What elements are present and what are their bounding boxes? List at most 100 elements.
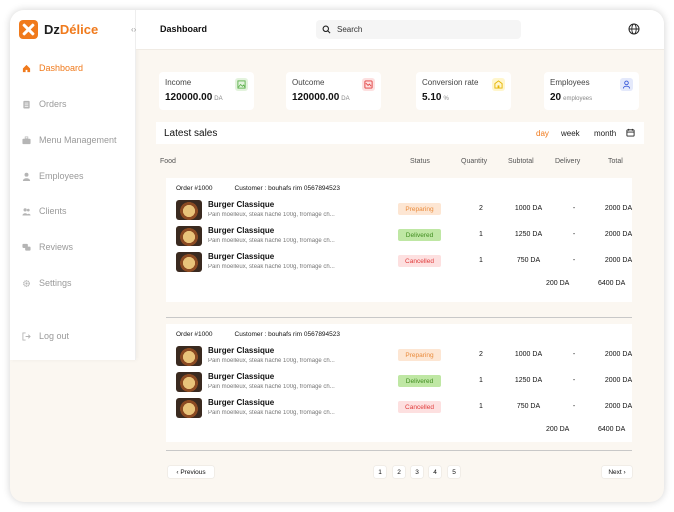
briefcase-icon [22,136,31,144]
table-row[interactable]: Burger Classique Pain moelleux, steak ha… [166,226,632,252]
image-icon [235,78,248,91]
product-name: Burger Classique [208,252,275,261]
sidebar-item-label: Reviews [39,242,74,252]
quantity-value: 1 [479,257,483,264]
sidebar-item-logout[interactable]: Log out [22,331,69,341]
product-name: Burger Classique [208,372,275,381]
product-description: Pain moelleux, steak haché 100g, fromage… [208,238,335,244]
stat-label: Conversion rate [422,78,479,87]
subtotal-value: 1000 DA [514,205,543,212]
product-description: Pain moelleux, steak haché 100g, fromage… [208,264,335,270]
column-header-food: Food [160,158,176,165]
table-row[interactable]: Burger Classique Pain moelleux, steak ha… [166,398,632,424]
stat-value: 5.10% [422,92,449,103]
sidebar-item-reviews[interactable]: Reviews [22,242,73,252]
total-value: 2000 DA [604,403,633,410]
sidebar-item-dashboard[interactable]: Dashboard [22,63,83,73]
delivery-value: - [572,377,576,384]
clipboard-icon [23,100,30,109]
subtotal-value: 1250 DA [514,377,543,384]
stat-card-employees: Employees 20 employees [544,72,639,110]
page-button-3[interactable]: 3 [411,466,423,478]
table-row[interactable]: Burger Classique Pain moelleux, steak ha… [166,200,632,226]
table-row[interactable]: Burger Classique Pain moelleux, steak ha… [166,252,632,278]
quantity-value: 2 [479,351,483,358]
stat-number: 5.10 [422,92,442,103]
stat-card-outcome: Outcome 120000.00 DA [286,72,381,110]
total-value: 2000 DA [604,377,633,384]
quantity-value: 1 [479,403,483,410]
stat-value: 120000.00 DA [292,92,350,103]
total-value: 2000 DA [604,205,633,212]
page-button-2[interactable]: 2 [393,466,405,478]
customer-info: Customer : bouhafs rim 0567894523 [234,331,341,338]
food-thumbnail [176,226,202,246]
subtotal-value: 1250 DA [514,231,543,238]
total-value: 2000 DA [604,257,633,264]
next-page-button[interactable]: Next › [602,466,632,478]
latest-sales-header: Latest sales day week month [156,122,644,144]
product-name: Burger Classique [208,346,275,355]
sidebar: DzDélice ‹› Dashboard Orders Menu Manage… [10,10,136,360]
order-header: Order #1000 Customer : bouhafs rim 056789… [176,185,340,192]
logout-icon [22,331,31,341]
order-delivery-total: 200 DA [546,426,570,433]
food-thumbnail [176,200,202,220]
previous-page-button[interactable]: ‹ Previous [168,466,214,478]
page-button-5[interactable]: 5 [448,466,460,478]
home-icon [22,64,31,72]
order-group: Order #1000 Customer : bouhafs rim 056789… [166,178,632,302]
status-badge: Delivered [398,229,441,241]
product-description: Pain moelleux, steak haché 100g, fromage… [208,384,335,390]
filter-month[interactable]: month [594,129,616,138]
filter-week[interactable]: week [561,129,580,138]
stat-value: 120000.00 DA [165,92,223,103]
calendar-icon[interactable] [626,128,635,137]
sidebar-item-label: Employees [39,171,84,181]
table-row[interactable]: Burger Classique Pain moelleux, steak ha… [166,346,632,372]
product-name: Burger Classique [208,200,275,209]
brand-logo[interactable]: DzDélice [19,20,98,39]
chat-icon [22,243,31,251]
delivery-value: - [572,403,576,410]
column-header-delivery: Delivery [555,158,581,165]
food-thumbnail [176,346,202,366]
food-thumbnail [176,398,202,418]
filter-day[interactable]: day [536,129,549,138]
status-badge: Cancelled [398,401,441,413]
table-row[interactable]: Burger Classique Pain moelleux, steak ha… [166,372,632,398]
sidebar-item-label: Menu Management [39,135,117,145]
status-badge: Preparing [398,203,441,215]
column-header-status: Status [410,158,430,165]
food-thumbnail [176,372,202,392]
status-badge: Cancelled [398,255,441,267]
order-divider [166,317,632,318]
sidebar-item-menu-management[interactable]: Menu Management [22,135,117,145]
column-header-total: Total [608,158,623,165]
stat-label: Outcome [292,78,325,87]
sidebar-item-settings[interactable]: Settings [22,278,72,288]
delivery-value: - [572,231,576,238]
stat-unit: employees [563,96,593,102]
quantity-value: 1 [479,231,483,238]
sidebar-item-clients[interactable]: Clients [22,206,67,216]
product-description: Pain moelleux, steak haché 100g, fromage… [208,358,335,364]
stat-card-income: Income 120000.00 DA [159,72,254,110]
stat-unit: % [443,96,449,102]
sidebar-item-employees[interactable]: Employees [22,171,84,181]
page-button-4[interactable]: 4 [429,466,441,478]
globe-icon[interactable] [628,23,640,35]
sidebar-item-label: Clients [39,206,67,216]
search-bar[interactable] [316,20,521,39]
total-value: 2000 DA [604,351,633,358]
subtotal-value: 750 DA [516,257,541,264]
sidebar-item-orders[interactable]: Orders [22,99,67,109]
user-icon [22,172,31,181]
status-badge: Preparing [398,349,441,361]
search-icon [322,25,331,34]
stat-unit: DA [341,96,350,102]
total-value: 2000 DA [604,231,633,238]
sidebar-item-label: Dashboard [39,63,84,73]
page-button-1[interactable]: 1 [374,466,386,478]
search-input[interactable] [337,25,507,34]
